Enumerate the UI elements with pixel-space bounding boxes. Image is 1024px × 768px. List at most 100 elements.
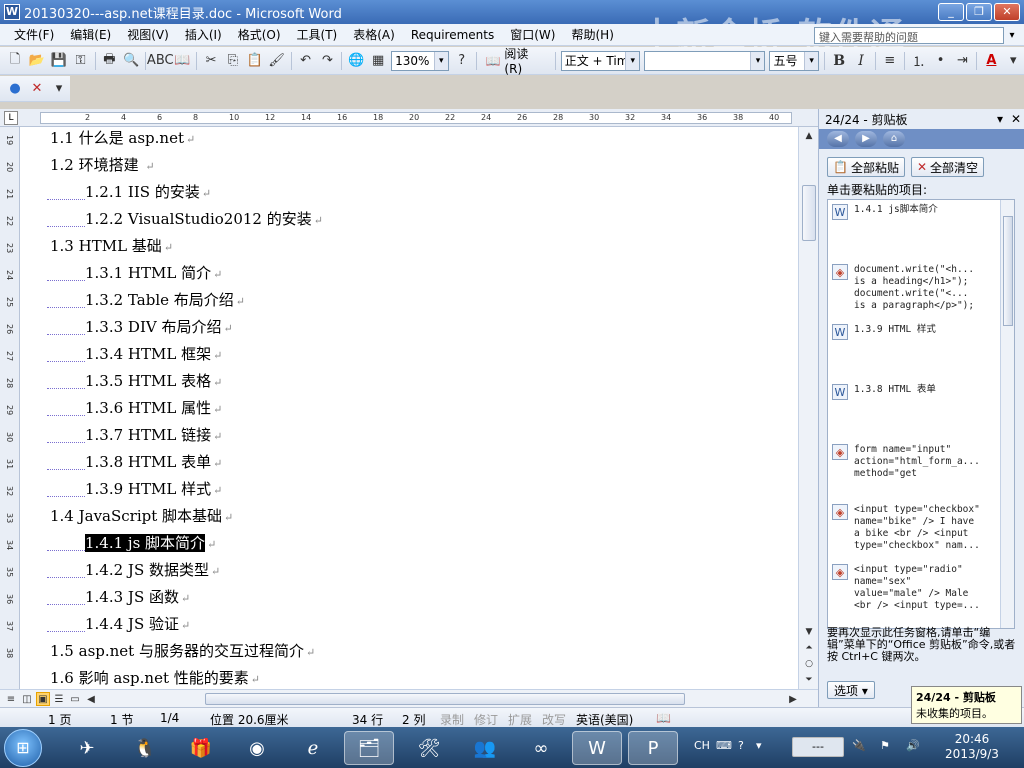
clipboard-item[interactable]: W 1.3.9 HTML 样式 xyxy=(832,324,998,340)
toc-line[interactable]: 1.3.3 DIV 布局介绍 ↵ xyxy=(47,316,233,337)
redo-icon[interactable]: ↷ xyxy=(318,51,338,71)
read-mode-button[interactable]: 📖 阅读(R) xyxy=(482,47,550,76)
align-center-icon[interactable]: ≡ xyxy=(880,51,900,71)
explorer-icon[interactable]: 🗂 xyxy=(344,731,394,765)
power-icon[interactable]: 🔌 xyxy=(852,739,866,752)
tab-selector[interactable]: L xyxy=(4,111,18,125)
people-icon[interactable]: 👥 xyxy=(460,731,510,765)
new-doc-icon[interactable]: 🗋 xyxy=(5,51,25,71)
menu-window[interactable]: 窗口(W) xyxy=(502,26,563,43)
prev-page-icon[interactable]: ⏶ xyxy=(802,641,816,655)
tray-menu-icon[interactable]: ▾ xyxy=(756,739,762,752)
help-icon[interactable]: ? xyxy=(738,739,744,752)
help-search-input[interactable]: 键入需要帮助的问题 xyxy=(814,27,1004,44)
help-dropdown-icon[interactable]: ▾ xyxy=(1006,27,1018,44)
tool-icon[interactable]: 🛠 xyxy=(404,731,454,765)
clip-scroll-thumb[interactable] xyxy=(1003,216,1013,326)
clipboard-notification[interactable]: 24/24 - 剪贴板 未收集的项目。 xyxy=(911,686,1022,724)
toc-line[interactable]: 1.3.1 HTML 简介 ↵ xyxy=(46,262,222,283)
clipboard-item[interactable]: ◈ <input type="checkbox" name="bike" /> I… xyxy=(832,504,998,552)
document-page[interactable]: 1.1 什么是 asp.net ↵ 1.2 环境搭建 ↵ 1.2.1 IIS 的安装 ↵… xyxy=(20,127,798,689)
browse-object-icon[interactable]: ○ xyxy=(802,657,816,671)
forward-icon[interactable]: ▶ xyxy=(855,131,877,147)
vertical-ruler[interactable]: 19 20 21 22 23 24 25 26 27 28 29 30 31 32 33 34 35 36 37 38 xyxy=(0,127,20,689)
outline-view-icon[interactable]: ☰ xyxy=(52,692,66,706)
clear-all-button[interactable]: ✕ 全部清空 xyxy=(910,157,985,177)
clipboard-item[interactable]: ◈ document.write("<h... is a heading</h1>… xyxy=(832,264,998,312)
reading-view-icon[interactable]: ▭ xyxy=(68,692,82,706)
volume-icon[interactable]: 🔊 xyxy=(906,739,920,752)
open-folder-icon[interactable]: 📂 xyxy=(27,51,47,71)
status-ext[interactable]: 扩展 xyxy=(508,711,532,728)
pane-menu-icon[interactable]: ▾ xyxy=(992,112,1008,126)
toc-line[interactable]: 1.4.3 JS 函数 ↵ xyxy=(46,586,190,607)
close-button[interactable]: ✕ xyxy=(994,3,1020,21)
vertical-scrollbar[interactable]: ▲ ▼ ⏶ ○ ⏷ xyxy=(798,127,818,689)
clipboard-item[interactable]: W 1.3.8 HTML 表单 xyxy=(832,384,998,400)
hyperlink-icon[interactable]: 🌐 xyxy=(346,51,366,71)
restore-button[interactable]: ❐ xyxy=(966,3,992,21)
toc-line[interactable]: 1.3.4 HTML 框架 ↵ xyxy=(46,343,222,364)
horizontal-scrollbar[interactable]: ≡ ◫ ▣ ☰ ▭ ◀ ▶ xyxy=(0,689,818,707)
visualstudio-icon[interactable]: ∞ xyxy=(516,731,566,765)
menu-view[interactable]: 视图(V) xyxy=(119,26,177,43)
toolbar-options-icon[interactable]: ▾ xyxy=(49,79,69,99)
word-app-icon[interactable]: W xyxy=(4,4,20,20)
toc-line[interactable]: 1.3.6 HTML 属性 ↵ xyxy=(46,397,222,418)
word-taskbar-icon[interactable]: W xyxy=(572,731,622,765)
menu-edit[interactable]: 编辑(E) xyxy=(62,26,119,43)
style-select[interactable]: 正文 + Tim ▾ xyxy=(560,50,641,71)
toc-line[interactable]: 1.4.2 JS 数据类型 ↵ xyxy=(46,559,220,580)
toc-line[interactable]: 1.2 环境搭建 ↵ xyxy=(50,154,155,175)
status-ovr[interactable]: 改写 xyxy=(542,711,566,728)
normal-view-icon[interactable]: ≡ xyxy=(4,692,18,706)
menu-file[interactable]: 文件(F) xyxy=(6,26,62,43)
qq-icon[interactable]: 🐧 xyxy=(120,731,170,765)
copy-icon[interactable]: ⎘ xyxy=(223,51,243,71)
paste-icon[interactable]: 📋 xyxy=(245,51,265,71)
table-icon[interactable]: ▦ xyxy=(368,51,388,71)
hscroll-thumb[interactable] xyxy=(205,693,685,705)
input-lang[interactable]: CH xyxy=(694,739,710,752)
clipboard-item[interactable]: ◈ form name="input" action="html_form_a..… xyxy=(832,444,998,480)
pane-close-icon[interactable]: ✕ xyxy=(1008,112,1024,126)
scroll-left-icon[interactable]: ◀ xyxy=(84,692,98,706)
close-x-icon[interactable]: ✕ xyxy=(27,79,47,99)
scroll-thumb[interactable] xyxy=(802,185,816,241)
bold-button[interactable]: B xyxy=(829,51,849,71)
toc-line[interactable]: 1.5 asp.net 与服务器的交互过程简介 ↵ xyxy=(50,640,315,661)
toc-line[interactable]: 1.2.2 VisualStudio2012 的安装 ↵ xyxy=(47,208,323,229)
next-page-icon[interactable]: ⏷ xyxy=(802,673,816,687)
start-button[interactable]: ⊞ xyxy=(4,729,42,767)
bullets-icon[interactable]: • xyxy=(931,51,951,71)
scroll-up-icon[interactable]: ▲ xyxy=(802,129,816,143)
font-select[interactable]: ▾ xyxy=(644,50,766,71)
minimize-button[interactable]: _ xyxy=(938,3,964,21)
menu-help[interactable]: 帮助(H) xyxy=(563,26,621,43)
status-rec[interactable]: 录制 xyxy=(440,711,464,728)
toc-line[interactable]: 1.4.4 JS 验证 ↵ xyxy=(46,613,190,634)
format-painter-icon[interactable]: 🖌 xyxy=(267,51,287,71)
toolbar-options-icon[interactable]: ▾ xyxy=(1003,51,1023,71)
italic-button[interactable]: I xyxy=(851,51,871,71)
web-view-icon[interactable]: ◫ xyxy=(20,692,34,706)
print-preview-icon[interactable]: 🔍 xyxy=(121,51,141,71)
menu-requirements[interactable]: Requirements xyxy=(403,28,502,42)
toc-line[interactable]: 1.1 什么是 asp.net ↵ xyxy=(50,127,195,148)
ie-icon[interactable]: ℯ xyxy=(288,731,338,765)
permission-icon[interactable]: ⚿ xyxy=(71,51,91,71)
menu-tools[interactable]: 工具(T) xyxy=(289,26,346,43)
drop-icon[interactable]: ● xyxy=(5,79,25,99)
numbering-icon[interactable]: ⒈ xyxy=(909,51,929,71)
toc-line[interactable]: 1.6 影响 asp.net 性能的要素 ↵ xyxy=(50,667,260,688)
clipboard-item[interactable]: ◈ <input type="radio" name="sex" value="m… xyxy=(832,564,998,612)
toc-line[interactable]: 1.4 JavaScript 脚本基础 ↵ xyxy=(50,505,233,526)
status-trk[interactable]: 修订 xyxy=(474,711,498,728)
menu-table[interactable]: 表格(A) xyxy=(345,26,403,43)
toc-line[interactable]: 1.3.9 HTML 样式 ↵ xyxy=(46,478,222,499)
menu-insert[interactable]: 插入(I) xyxy=(177,26,230,43)
spelling-status-icon[interactable]: 📖 xyxy=(656,711,671,725)
horizontal-ruler[interactable]: L 2 4 6 8 10 12 14 16 18 20 22 24 26 28 30 32 34 36 38 40 xyxy=(0,109,818,127)
clock[interactable]: 20:46 2013/9/3 xyxy=(930,732,1014,762)
research-icon[interactable]: 📖 xyxy=(172,51,192,71)
